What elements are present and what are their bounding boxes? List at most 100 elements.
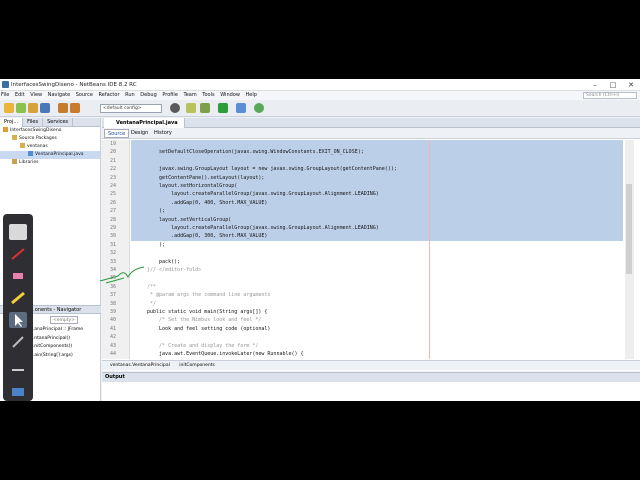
highlighter-icon[interactable]	[9, 290, 27, 306]
code-line[interactable]: 26 .addGap(0, 400, Short.MAX_VALUE)	[102, 199, 626, 207]
navigator-item[interactable]: ...ntanaPrincipal()	[30, 335, 83, 344]
code-text: getContentPane().setLayout(layout);	[147, 174, 265, 181]
build-project-icon[interactable]	[200, 103, 210, 113]
code-line[interactable]: 34}// </editor-fold>	[102, 266, 626, 274]
navigator-filter-select[interactable]: <empty>	[50, 316, 78, 324]
view-design-tab[interactable]: Design	[131, 128, 148, 139]
pointer-icon[interactable]	[9, 312, 27, 328]
code-text: /* Create and display the form */	[147, 342, 259, 349]
view-history-tab[interactable]: History	[154, 128, 172, 139]
code-text: * @param args the command line arguments	[147, 292, 271, 299]
code-line[interactable]: 23 getContentPane().setLayout(layout);	[102, 174, 626, 182]
navigator-item[interactable]: ...ain(String[] args)	[30, 352, 83, 361]
navigator-item[interactable]: ...nitComponents()	[30, 343, 83, 352]
save-all-icon[interactable]	[40, 103, 50, 113]
redo-icon[interactable]	[70, 103, 80, 113]
menu-edit[interactable]: Edit	[15, 92, 25, 98]
search-input[interactable]: Search (Ctrl+I)	[583, 92, 637, 99]
output-title[interactable]: Output	[102, 373, 640, 382]
code-line[interactable]: 25 layout.createParallelGroup(javax.swin…	[102, 190, 626, 198]
line-number: 40	[109, 317, 116, 324]
code-line[interactable]: 20 setDefaultCloseOperation(javax.swing.…	[102, 148, 626, 156]
minimize-button[interactable]: –	[586, 79, 604, 91]
menu-run[interactable]: Run	[125, 92, 135, 98]
code-line[interactable]: 27 );	[102, 207, 626, 215]
ide-window: InterfacesSwingDiseno - NetBeans IDE 8.2…	[0, 79, 640, 401]
project-tabs: Proj... Files Services	[0, 118, 100, 127]
menu-view[interactable]: View	[30, 92, 42, 98]
code-line[interactable]: 35	[102, 274, 626, 282]
eraser-icon[interactable]	[9, 268, 27, 284]
menu-file[interactable]: File	[1, 92, 9, 98]
code-line[interactable]: 38 */	[102, 300, 626, 308]
file-tab[interactable]: VentanaPrincipal.java	[104, 118, 185, 128]
run-icon[interactable]	[218, 103, 228, 113]
code-line[interactable]: 32	[102, 249, 626, 257]
code-line[interactable]: 22 javax.swing.GroupLayout layout = new …	[102, 165, 626, 173]
menu-refactor[interactable]: Refactor	[99, 92, 120, 98]
menu-source[interactable]: Source	[76, 92, 93, 98]
menu-team[interactable]: Team	[183, 92, 196, 98]
brush-icon[interactable]	[9, 334, 27, 350]
code-line[interactable]: 21	[102, 157, 626, 165]
code-line[interactable]: 37 * @param args the command line argume…	[102, 291, 626, 299]
code-line[interactable]: 36/**	[102, 283, 626, 291]
code-line[interactable]: 30 .addGap(0, 300, Short.MAX_VALUE)	[102, 232, 626, 240]
screen-icon[interactable]	[9, 384, 27, 400]
menu-help[interactable]: Help	[246, 92, 257, 98]
close-button[interactable]: ✕	[622, 79, 640, 91]
tree-item-project[interactable]: InterfacesSwingDiseno	[0, 127, 100, 135]
code-line[interactable]: 39 public static void main(String args[])…	[102, 308, 626, 316]
pen-icon[interactable]	[9, 246, 27, 262]
new-project-icon[interactable]	[16, 103, 26, 113]
code-editor[interactable]: 19 20 setDefaultCloseOperation(javax.swin…	[102, 140, 640, 359]
code-line[interactable]: 31 );	[102, 241, 626, 249]
navigator-item[interactable]: ...anaPrincipal :: JFrame	[30, 326, 83, 335]
open-project-icon[interactable]	[28, 103, 38, 113]
build-icon[interactable]	[170, 103, 180, 113]
tree-item-libraries[interactable]: Libraries	[0, 159, 100, 167]
code-line[interactable]: 29 layout.createParallelGroup(javax.swin…	[102, 224, 626, 232]
tab-projects[interactable]: Proj...	[0, 118, 24, 127]
breadcrumb-class[interactable]: ventanas.VentanaPrincipal	[110, 363, 170, 368]
line-number: 31	[109, 241, 116, 248]
code-line[interactable]: 44 java.awt.EventQueue.invokeLater(new R…	[102, 350, 626, 358]
view-source-tab[interactable]: Source	[104, 129, 130, 138]
debug-icon[interactable]	[236, 103, 246, 113]
tree-item-package[interactable]: ventanas	[0, 143, 100, 151]
code-line[interactable]: 24 layout.setHorizontalGroup(	[102, 182, 626, 190]
code-line[interactable]: 43 /* Create and display the form */	[102, 342, 626, 350]
whiteboard-icon[interactable]	[9, 224, 27, 240]
java-file-icon	[28, 151, 33, 156]
code-line[interactable]: 28 layout.setVerticalGroup(	[102, 216, 626, 224]
new-file-icon[interactable]	[4, 103, 14, 113]
file-tab-bar: VentanaPrincipal.java	[102, 118, 640, 128]
code-line[interactable]: 19	[102, 140, 626, 148]
code-line[interactable]: 33 pack();	[102, 258, 626, 266]
undo-icon[interactable]	[58, 103, 68, 113]
code-line[interactable]: 41 Look and feel setting code (optional)	[102, 325, 626, 333]
project-icon	[3, 127, 8, 132]
line-tool-icon[interactable]	[9, 362, 27, 378]
scroll-thumb[interactable]	[626, 184, 632, 274]
line-number: 29	[109, 225, 116, 231]
code-text: layout.createParallelGroup(javax.swing.G…	[147, 225, 379, 231]
menu-profile[interactable]: Profile	[162, 92, 178, 98]
tree-item-file[interactable]: VentanaPrincipal.java	[0, 151, 100, 159]
tree-item-source-packages[interactable]: Source Packages	[0, 135, 100, 143]
code-line[interactable]: 42	[102, 333, 626, 341]
code-text: */	[147, 300, 157, 307]
menu-tools[interactable]: Tools	[202, 92, 214, 98]
menu-window[interactable]: Window	[220, 92, 240, 98]
menu-navigate[interactable]: Navigate	[48, 92, 70, 98]
profile-icon[interactable]	[254, 103, 264, 113]
maximize-button[interactable]: □	[604, 79, 622, 91]
code-line[interactable]: 40 /* Set the Nimbus look and feel */	[102, 316, 626, 324]
config-select[interactable]: <default config>	[100, 104, 162, 113]
menu-debug[interactable]: Debug	[140, 92, 156, 98]
vertical-scrollbar[interactable]	[625, 140, 634, 359]
tab-files[interactable]: Files	[23, 118, 44, 127]
breadcrumb-method[interactable]: initComponents	[179, 363, 215, 368]
tab-services[interactable]: Services	[43, 118, 74, 127]
clean-build-icon[interactable]	[186, 103, 196, 113]
